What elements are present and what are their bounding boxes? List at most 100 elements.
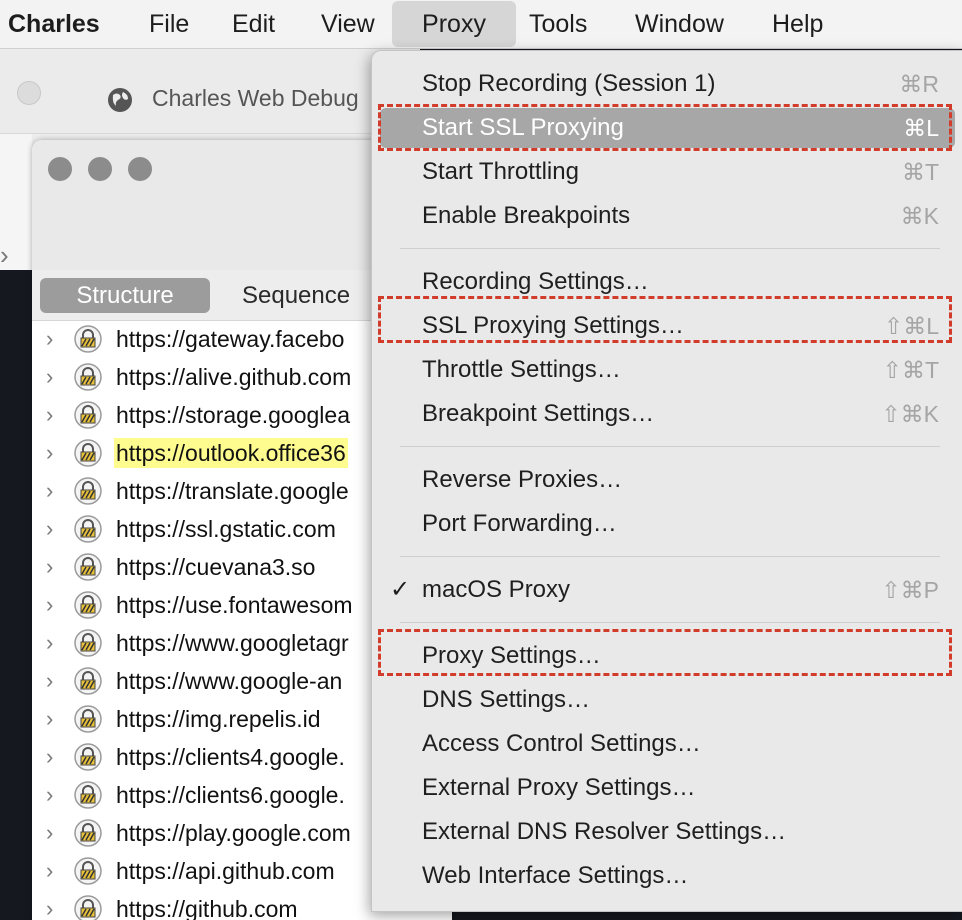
menu-item-label: DNS Settings… (422, 686, 591, 713)
disclosure-chevron-icon[interactable]: › (46, 516, 53, 542)
menu-item-label: External DNS Resolver Settings… (422, 818, 787, 845)
forward-arrow-icon[interactable]: › (0, 240, 9, 271)
disclosure-chevron-icon[interactable]: › (46, 592, 53, 618)
host-url: https://gateway.facebo (116, 326, 345, 352)
shortcut-label: ⇧⌘P (881, 577, 939, 603)
disclosure-chevron-icon[interactable]: › (46, 820, 53, 846)
disclosure-chevron-icon[interactable]: › (46, 364, 53, 390)
shortcut-label: ⌘K (900, 203, 939, 229)
disclosure-chevron-icon[interactable]: › (46, 744, 53, 770)
menu-item-label: Throttle Settings… (422, 356, 621, 383)
disclosure-chevron-icon[interactable]: › (46, 478, 53, 504)
host-url: https://outlook.office36 (114, 438, 348, 468)
menu-item-label: SSL Proxying Settings… (422, 312, 684, 339)
disclosure-chevron-icon[interactable]: › (46, 440, 53, 466)
menu-edit[interactable]: Edit (232, 0, 275, 48)
menu-separator (400, 556, 940, 557)
menu-item-label: Breakpoint Settings… (422, 400, 655, 427)
menu-item-label: Access Control Settings… (422, 730, 701, 757)
menu-file[interactable]: File (149, 0, 189, 48)
tab-structure[interactable]: Structure (40, 278, 210, 313)
zoom-window-button[interactable] (128, 157, 152, 181)
lock-icon (74, 401, 102, 429)
menu-window[interactable]: Window (635, 0, 724, 48)
disclosure-chevron-icon[interactable]: › (46, 402, 53, 428)
disclosure-chevron-icon[interactable]: › (46, 554, 53, 580)
menu-item-label: Web Interface Settings… (422, 862, 689, 889)
host-url: https://cuevana3.so (116, 554, 316, 580)
host-url: https://api.github.com (116, 858, 335, 884)
menu-item-macos-proxy[interactable]: ✓ macOS Proxy ⇧⌘P (380, 570, 955, 610)
lock-icon (74, 781, 102, 809)
lock-icon (74, 591, 102, 619)
browser-tab-title[interactable]: Charles Web Debug (152, 85, 359, 112)
menu-item-breakpoint-settings[interactable]: Breakpoint Settings… ⇧⌘K (380, 394, 955, 434)
host-url: https://img.repelis.id (116, 706, 321, 732)
shortcut-label: ⇧⌘T (882, 357, 939, 383)
host-url: https://clients6.google. (116, 782, 345, 808)
menu-item-label: Port Forwarding… (422, 510, 617, 537)
menu-item-web-interface-settings[interactable]: Web Interface Settings… (380, 856, 955, 896)
menu-proxy[interactable]: Proxy (392, 1, 516, 47)
menu-item-port-forwarding[interactable]: Port Forwarding… (380, 504, 955, 544)
disclosure-chevron-icon[interactable]: › (46, 858, 53, 884)
host-url: https://ssl.gstatic.com (116, 516, 336, 542)
menu-item-start-throttling[interactable]: Start Throttling ⌘T (380, 152, 955, 192)
lock-icon (74, 477, 102, 505)
host-url: https://storage.googlea (116, 402, 350, 428)
lock-icon (74, 515, 102, 543)
lock-icon (74, 325, 102, 353)
disclosure-chevron-icon[interactable]: › (46, 326, 53, 352)
globe-icon (108, 88, 132, 112)
lock-icon (74, 439, 102, 467)
disclosure-chevron-icon[interactable]: › (46, 630, 53, 656)
menu-item-proxy-settings[interactable]: Proxy Settings… (380, 636, 955, 676)
shortcut-label: ⇧⌘K (881, 401, 939, 427)
menu-separator (400, 622, 940, 623)
menu-item-start-ssl-proxying[interactable]: Start SSL Proxying ⌘L (380, 108, 955, 148)
host-url: https://translate.google (116, 478, 349, 504)
menu-item-access-control-settings[interactable]: Access Control Settings… (380, 724, 955, 764)
menu-separator (400, 446, 940, 447)
tab-sequence[interactable]: Sequence (242, 278, 350, 313)
menu-item-recording-settings[interactable]: Recording Settings… (380, 262, 955, 302)
menu-item-enable-breakpoints[interactable]: Enable Breakpoints ⌘K (380, 196, 955, 236)
host-url: https://clients4.google. (116, 744, 345, 770)
menu-item-label: Reverse Proxies… (422, 466, 623, 493)
browser-toolbar: Charles Web Debug (0, 49, 420, 134)
browser-sidebar: › og (0, 134, 32, 333)
host-url: https://play.google.com (116, 820, 351, 846)
menu-item-external-proxy-settings[interactable]: External Proxy Settings… (380, 768, 955, 808)
menu-item-stop-recording[interactable]: Stop Recording (Session 1) ⌘R (380, 64, 955, 104)
menu-item-throttle-settings[interactable]: Throttle Settings… ⇧⌘T (380, 350, 955, 390)
desktop-background (0, 270, 32, 904)
menu-item-ssl-proxying-settings[interactable]: SSL Proxying Settings… ⇧⌘L (380, 306, 955, 346)
lock-icon (74, 629, 102, 657)
menu-help[interactable]: Help (772, 0, 823, 48)
close-window-button[interactable] (48, 157, 72, 181)
disclosure-chevron-icon[interactable]: › (46, 706, 53, 732)
shortcut-label: ⌘R (899, 71, 939, 97)
menu-item-dns-settings[interactable]: DNS Settings… (380, 680, 955, 720)
proxy-dropdown-menu: Stop Recording (Session 1) ⌘R Start SSL … (371, 50, 962, 912)
lock-icon (74, 553, 102, 581)
menu-item-label: Proxy Settings… (422, 642, 601, 669)
menu-item-external-dns-resolver-settings[interactable]: External DNS Resolver Settings… (380, 812, 955, 852)
menu-app-charles[interactable]: Charles (8, 0, 100, 48)
disclosure-chevron-icon[interactable]: › (46, 896, 53, 920)
menu-view[interactable]: View (321, 0, 375, 48)
menu-separator (400, 248, 940, 249)
window-button[interactable] (17, 81, 41, 105)
shortcut-label: ⇧⌘L (883, 313, 939, 339)
lock-icon (74, 857, 102, 885)
menu-tools[interactable]: Tools (529, 0, 587, 48)
lock-icon (74, 363, 102, 391)
disclosure-chevron-icon[interactable]: › (46, 782, 53, 808)
host-url: https://github.com (116, 896, 298, 920)
menu-item-label: External Proxy Settings… (422, 774, 696, 801)
minimize-window-button[interactable] (88, 157, 112, 181)
menu-item-label: Enable Breakpoints (422, 202, 631, 229)
menu-item-reverse-proxies[interactable]: Reverse Proxies… (380, 460, 955, 500)
menu-item-label: Recording Settings… (422, 268, 649, 295)
disclosure-chevron-icon[interactable]: › (46, 668, 53, 694)
